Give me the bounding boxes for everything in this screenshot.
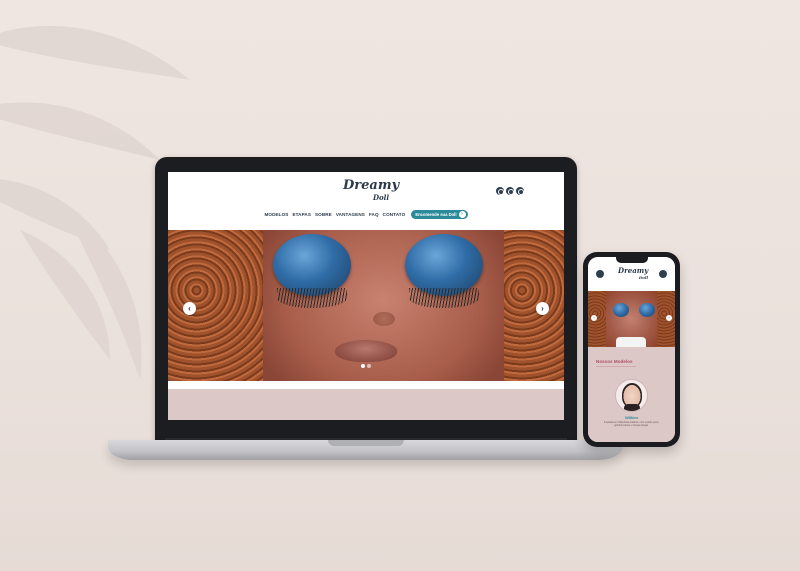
nav-item-vantagens[interactable]: VANTAGENS: [336, 212, 365, 217]
social-links: [496, 187, 524, 195]
main-nav: MODELOS ETAPAS SOBRE VANTAGENS FAQ CONTA…: [168, 210, 564, 219]
order-doll-button[interactable]: Encomende sua Doll ›: [411, 210, 468, 219]
nav-item-faq[interactable]: FAQ: [369, 212, 379, 217]
instagram-icon[interactable]: [659, 270, 667, 278]
doll-dress: [624, 404, 640, 411]
model-description: Inspirada em Wandinha Addams, com vestid…: [603, 421, 660, 427]
nav-item-sobre[interactable]: SOBRE: [315, 212, 332, 217]
slider-next-button[interactable]: ›: [536, 302, 549, 315]
nav-item-contato[interactable]: CONTATO: [383, 212, 406, 217]
doll-nose: [373, 312, 395, 326]
site-logo[interactable]: Dreamy Doll: [343, 179, 399, 204]
nav-item-modelos[interactable]: MODELOS: [265, 212, 289, 217]
doll-lashes-right: [409, 288, 479, 308]
hero-image-hair-right: [504, 230, 564, 381]
laptop-screen: Dreamy Doll MODELOS ETAPAS SOBRE VANTAGE…: [168, 172, 564, 420]
doll-lashes-left: [277, 288, 347, 308]
models-section: Nossos Modelos Wilkim Inspirada em Wandi…: [588, 347, 675, 442]
phone-screen: Dreamy Doll ‹ › Nossos Modelos Wilkim In…: [588, 257, 675, 442]
slider-dot[interactable]: [367, 364, 371, 368]
mobile-hero-slider: ‹ ›: [588, 291, 675, 347]
site-header: Dreamy Doll MODELOS ETAPAS SOBRE VANTAGE…: [168, 172, 564, 230]
order-doll-label: Encomende sua Doll: [415, 212, 457, 217]
model-name[interactable]: Wilkim: [588, 415, 675, 420]
doll-collar: [616, 337, 646, 347]
laptop-frame: Dreamy Doll MODELOS ETAPAS SOBRE VANTAGE…: [155, 157, 577, 444]
phone-frame: Dreamy Doll ‹ › Nossos Modelos Wilkim In…: [583, 252, 680, 447]
laptop-base: [108, 440, 623, 460]
slider-dot[interactable]: [361, 364, 365, 368]
slider-prev-button[interactable]: ‹: [183, 302, 196, 315]
doll-eye-left: [613, 303, 629, 317]
doll-eye-left: [273, 234, 351, 296]
section-divider: [168, 381, 564, 389]
phone-notch: [616, 257, 648, 263]
doll-lips: [335, 340, 397, 362]
youtube-icon[interactable]: [516, 187, 524, 195]
models-section-preview: [168, 389, 564, 420]
instagram-icon[interactable]: [496, 187, 504, 195]
tiktok-icon[interactable]: [506, 187, 514, 195]
hero-image-hair-left: [168, 230, 263, 381]
section-title: Nossos Modelos: [596, 359, 633, 364]
slider-next-button[interactable]: ›: [666, 315, 672, 321]
doll-eye-right: [639, 303, 655, 317]
mobile-logo[interactable]: Dreamy Doll: [618, 267, 648, 281]
slider-dots: [361, 364, 371, 368]
menu-icon[interactable]: [596, 270, 604, 278]
model-avatar[interactable]: [615, 379, 648, 412]
hero-slider: ‹ ›: [168, 230, 564, 381]
logo-sub: Doll: [372, 193, 389, 202]
slider-prev-button[interactable]: ‹: [591, 315, 597, 321]
doll-eye-right: [405, 234, 483, 296]
logo-main: Dreamy: [343, 178, 400, 193]
arrow-right-icon: ›: [458, 211, 466, 218]
logo-sub: Doll: [638, 275, 648, 280]
section-title-underline: [596, 366, 636, 367]
nav-item-etapas[interactable]: ETAPAS: [292, 212, 311, 217]
laptop-opening-notch: [328, 440, 404, 446]
hero-image-doll-face: [263, 230, 504, 381]
